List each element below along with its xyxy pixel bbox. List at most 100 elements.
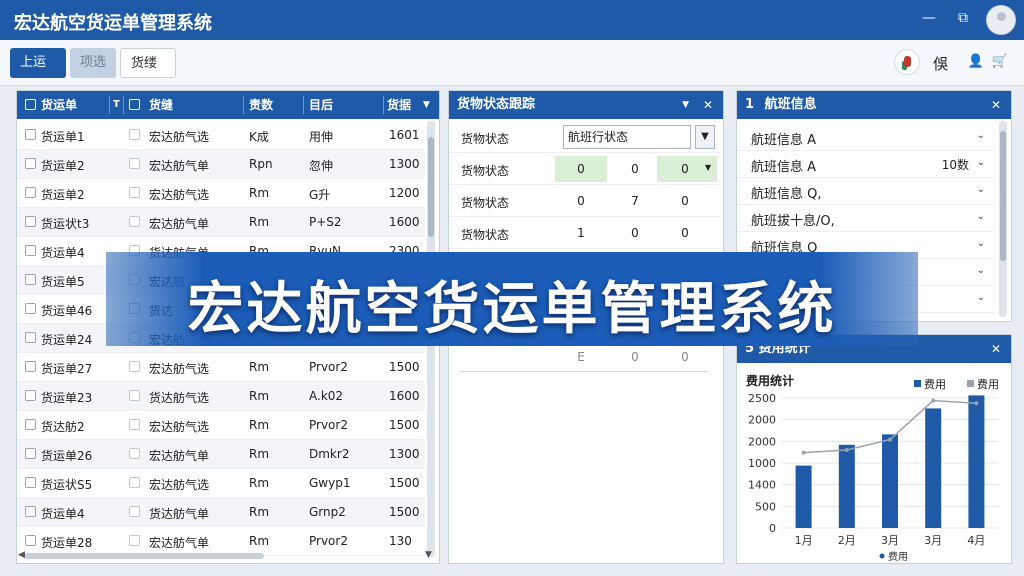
row-checkbox[interactable] <box>25 129 36 140</box>
col-check[interactable] <box>129 99 140 110</box>
row-checkbox[interactable] <box>25 187 36 198</box>
chevron-down-icon[interactable]: ⌄ <box>977 211 985 222</box>
close-icon[interactable]: ✕ <box>703 91 713 119</box>
cargo-value: 0 <box>577 194 585 208</box>
row-checkbox-2[interactable] <box>129 216 140 227</box>
table-row[interactable]: 货达舫2 宏达舫气选 Rm Prvor2 1500 <box>17 411 425 440</box>
cargo-row[interactable]: 货物状态 0 7 0 <box>449 185 721 217</box>
row-checkbox-2[interactable] <box>129 390 140 401</box>
row-checkbox[interactable] <box>25 448 36 459</box>
col-sort[interactable]: T <box>113 91 120 119</box>
x-legend-label: 费用 <box>888 550 908 563</box>
table-row[interactable]: 货运单23 货达舫气选 Rm A.k02 1600 <box>17 382 425 411</box>
cargo-value: 7 <box>631 194 639 208</box>
minimize-icon[interactable]: — <box>922 10 936 26</box>
flight-panel-header: 1 航班信息 ✕ <box>737 91 1011 119</box>
user-badge-icon[interactable] <box>894 49 920 75</box>
filter-button[interactable]: 项选 <box>70 48 116 78</box>
chevron-down-icon[interactable]: ⌄ <box>977 265 985 276</box>
cargo-row[interactable]: 货物状态 0 0 0 ▼ <box>449 153 721 185</box>
waybill-qty: 1300 <box>389 157 420 171</box>
waybill-name: Dmkr2 <box>309 447 350 461</box>
chevron-down-icon[interactable]: ▼ <box>705 163 711 172</box>
row-checkbox[interactable] <box>25 216 36 227</box>
table-row[interactable]: 货运单28 宏达舫气单 Rm Prvor2 130 <box>17 527 425 556</box>
row-checkbox[interactable] <box>25 274 36 285</box>
row-checkbox[interactable] <box>25 535 36 546</box>
cart-icon[interactable]: 🛒 <box>992 54 1008 69</box>
fees-chart: 0 500 1400 1000 2000 2000 2500 1月 2月 3月 3月 4月费用 <box>748 392 998 563</box>
person-icon[interactable]: 👤 <box>968 54 984 69</box>
close-icon[interactable]: ✕ <box>991 91 1001 119</box>
table-row[interactable]: 货运单27 宏达舫气选 Rm Prvor2 1500 <box>17 353 425 382</box>
col-target[interactable]: 目后 <box>309 91 333 119</box>
row-checkbox-2[interactable] <box>129 535 140 546</box>
col-waybill[interactable]: 货运单 <box>41 91 77 119</box>
cargo-filter-row: 货物状态 航班行状态 ▼ <box>449 121 721 153</box>
flight-panel-icon: 1 <box>745 97 755 112</box>
scroll-left-icon[interactable]: ◀ <box>18 550 25 560</box>
row-checkbox[interactable] <box>25 390 36 401</box>
table-row[interactable]: 货运状S5 宏达舫气选 Rm Gwyp1 1500 <box>17 469 425 498</box>
table-row[interactable]: 货运单2 宏达舫气单 Rpn 忽伸 1300 <box>17 150 425 179</box>
table-row[interactable]: 货运单2 宏达舫气选 Rm G升 1200 <box>17 179 425 208</box>
row-checkbox[interactable] <box>25 158 36 169</box>
table-row[interactable]: 货运状t3 宏达舫气单 Rm P+S2 1600 <box>17 208 425 237</box>
row-checkbox-2[interactable] <box>129 129 140 140</box>
row-checkbox-2[interactable] <box>129 506 140 517</box>
waybill-id: 货运单2 <box>41 188 85 202</box>
row-checkbox-2[interactable] <box>129 448 140 459</box>
cargo-panel-title: 货物状态跟踪 <box>457 97 536 112</box>
flight-item[interactable]: 航班信息 A ⌄ <box>737 123 995 151</box>
status-dropdown[interactable]: 货缕 ▼ <box>120 48 176 100</box>
scroll-down-icon[interactable]: ▼ <box>425 550 432 560</box>
row-checkbox[interactable] <box>25 419 36 430</box>
waybill-name: 忽伸 <box>309 159 334 173</box>
row-checkbox-2[interactable] <box>129 158 140 169</box>
flight-item-label: 航班拔十息/O, <box>751 214 835 229</box>
table-row[interactable]: 货运单4 货达舫气单 Rm Grnp2 1500 <box>17 498 425 527</box>
flight-item[interactable]: 航班信息 A 10数 ⌄ <box>737 150 995 178</box>
waybill-hscroll[interactable] <box>24 553 264 559</box>
row-checkbox[interactable] <box>25 245 36 256</box>
waybill-name: Prvor2 <box>309 534 348 548</box>
chevron-down-icon[interactable]: ⌄ <box>977 130 985 141</box>
row-checkbox-2[interactable] <box>129 361 140 372</box>
chevron-down-icon[interactable]: ⌄ <box>977 238 985 249</box>
chevron-down-icon[interactable]: ▼ <box>423 91 430 119</box>
table-row[interactable]: 货运单1 宏达舫气选 K成 用伸 1601 <box>17 121 425 150</box>
upload-button[interactable]: 上运 ▼ <box>10 48 66 99</box>
col-cargo[interactable]: 货据 <box>387 91 411 119</box>
row-checkbox-2[interactable] <box>129 477 140 488</box>
cargo-row[interactable]: 货物状态 1 0 0 <box>449 217 721 249</box>
chevron-down-icon[interactable]: ▼ <box>682 91 689 119</box>
flight-vscroll[interactable] <box>999 121 1007 317</box>
chevron-down-icon[interactable]: ⌄ <box>977 157 985 168</box>
restore-icon[interactable]: ⧉ <box>958 10 968 26</box>
close-icon[interactable]: ✕ <box>991 335 1001 363</box>
chevron-down-icon[interactable]: ⌄ <box>977 292 985 303</box>
waybill-name: Gwyp1 <box>309 476 351 490</box>
row-checkbox-2[interactable] <box>129 187 140 198</box>
bar <box>968 395 985 528</box>
table-row[interactable]: 货运单26 宏达舫气单 Rm Dmkr2 1300 <box>17 440 425 469</box>
chevron-down-icon[interactable]: ⌄ <box>977 184 985 195</box>
row-checkbox[interactable] <box>25 477 36 488</box>
select-all-checkbox[interactable] <box>25 99 36 110</box>
user-avatar-icon[interactable] <box>986 5 1016 35</box>
flight-item[interactable]: 航班信息 Q, ⌄ <box>737 177 995 205</box>
row-checkbox[interactable] <box>25 303 36 314</box>
row-checkbox[interactable] <box>25 361 36 372</box>
row-checkbox-2[interactable] <box>129 419 140 430</box>
col-route[interactable]: 货缝 <box>149 91 173 119</box>
line-point <box>931 398 936 403</box>
waybill-route: 宏达舫气选 <box>149 478 210 492</box>
waybill-route: 货达舫气单 <box>149 507 210 521</box>
row-checkbox[interactable] <box>25 506 36 517</box>
cargo-status-select[interactable]: 航班行状态 <box>563 125 691 149</box>
chevron-down-icon[interactable]: ▼ <box>695 125 715 149</box>
row-checkbox[interactable] <box>25 332 36 343</box>
flight-item[interactable]: 航班拔十息/O, ⌄ <box>737 204 995 232</box>
y-tick-label: 1400 <box>748 479 776 492</box>
col-count[interactable]: 责数 <box>249 91 273 119</box>
